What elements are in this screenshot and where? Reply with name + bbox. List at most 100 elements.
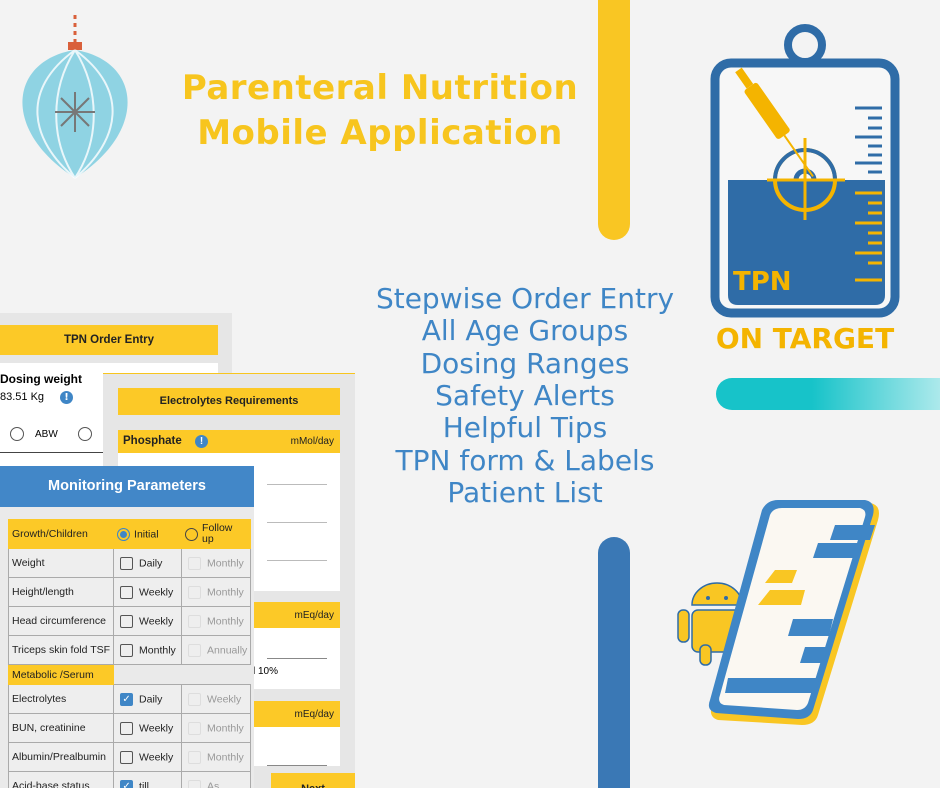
- checkbox-disabled: [188, 779, 202, 788]
- parameter-label: Weight: [7, 548, 115, 578]
- monitoring-table: Growth/Children Initial Follow up Weight …: [7, 519, 252, 788]
- follow-up-label: Follow up: [202, 522, 233, 545]
- frequency-option[interactable]: Weekly: [113, 713, 183, 743]
- section-row: Metabolic /Serum: [7, 664, 251, 685]
- abw-label: ABW: [35, 429, 58, 440]
- parameter-label: BUN, creatinine: [7, 713, 115, 743]
- table-row: Head circumference Weekly Monthly: [7, 606, 252, 636]
- checkbox[interactable]: [120, 750, 134, 764]
- option-label: Monthly: [207, 750, 244, 763]
- frequency-option[interactable]: ✓ till: [113, 771, 183, 788]
- frequency-option[interactable]: Weekly: [113, 606, 183, 636]
- frequency-option-disabled: Monthly: [181, 742, 252, 772]
- logo-tagline: ON TARGET: [715, 322, 895, 355]
- checkbox-disabled: [188, 750, 202, 764]
- checkbox-disabled: [188, 692, 202, 706]
- checkbox-disabled: [188, 614, 202, 628]
- feature-item: Safety Alerts: [435, 378, 615, 412]
- phosphate-input[interactable]: [267, 560, 327, 561]
- tpn-logo: TPN: [710, 24, 900, 318]
- frequency-option-disabled: Monthly: [181, 548, 252, 578]
- checkbox[interactable]: [120, 556, 134, 570]
- table-row: Electrolytes ✓ Daily Weekly: [7, 684, 252, 714]
- feature-item: All Age Groups: [421, 314, 629, 348]
- weight-option-radio[interactable]: [78, 427, 92, 441]
- frequency-option-disabled: As: [181, 771, 252, 788]
- phosphate-input[interactable]: [267, 484, 327, 485]
- info-icon[interactable]: !: [60, 391, 73, 404]
- option-label: As: [207, 779, 220, 788]
- checkbox[interactable]: [120, 721, 134, 735]
- option-label: Weekly: [139, 750, 174, 763]
- parameter-label: Albumin/Prealbumin: [7, 742, 115, 772]
- frequency-option-disabled: Annually: [181, 635, 252, 665]
- phosphate-header: Phosphate ! mMol/day: [118, 430, 340, 453]
- headline-line1: Parenteral Nutrition: [181, 68, 579, 108]
- option-label: Daily: [139, 556, 163, 569]
- ornament-illustration: [22, 15, 128, 179]
- option-label: Weekly: [139, 614, 174, 627]
- parameter-label: Height/length: [7, 577, 115, 607]
- monitoring-title: Monitoring Parameters: [0, 466, 254, 507]
- feature-item: Dosing Ranges: [420, 346, 630, 380]
- table-row: BUN, creatinine Weekly Monthly: [7, 713, 252, 743]
- dosing-weight-label: Dosing weight: [0, 372, 82, 386]
- checkbox-disabled: [188, 721, 202, 735]
- checkbox[interactable]: [120, 643, 134, 657]
- order-entry-title: TPN Order Entry: [0, 325, 218, 355]
- frequency-option[interactable]: Monthly: [113, 635, 183, 665]
- option-label: Weekly: [139, 721, 174, 734]
- frequency-option[interactable]: Daily: [113, 548, 183, 578]
- option-label: till: [139, 779, 149, 788]
- frequency-option-disabled: Monthly: [181, 713, 252, 743]
- blue-decor-bar: [598, 537, 630, 788]
- electrolyte-input[interactable]: [267, 658, 327, 659]
- table-row: Weight Daily Monthly: [7, 548, 252, 578]
- checkbox-disabled: [188, 643, 202, 657]
- section-growth: Growth/Children: [7, 519, 115, 549]
- abw-radio[interactable]: [10, 427, 24, 441]
- feature-item: Helpful Tips: [442, 411, 608, 445]
- checkbox[interactable]: [120, 585, 134, 599]
- electrolyte-input[interactable]: [267, 765, 327, 766]
- option-label: Annually: [207, 643, 248, 656]
- table-row: Triceps skin fold TSF Monthly Annually: [7, 635, 252, 665]
- option-label: Monthly: [139, 643, 176, 656]
- feature-item: TPN form & Labels: [395, 443, 655, 477]
- info-icon[interactable]: !: [195, 435, 208, 448]
- parameter-label: Acid-base status: [7, 771, 115, 788]
- feature-item: Stepwise Order Entry: [375, 282, 675, 315]
- phosphate-label: Phosphate: [123, 435, 182, 447]
- table-header-row: Growth/Children Initial Follow up: [7, 519, 252, 549]
- frequency-option[interactable]: ✓ Daily: [113, 684, 183, 714]
- option-label: Weekly: [207, 692, 242, 705]
- table-row: Acid-base status ✓ till As: [7, 771, 252, 788]
- partial-text: l 10%: [253, 666, 279, 677]
- parameter-label: Triceps skin fold TSF: [7, 635, 115, 665]
- option-label: Monthly: [207, 556, 244, 569]
- option-label: Weekly: [139, 585, 174, 598]
- checkbox[interactable]: [120, 614, 134, 628]
- teal-decor-bar: [716, 378, 940, 410]
- frequency-option[interactable]: Weekly: [113, 577, 183, 607]
- phosphate-input[interactable]: [267, 522, 327, 523]
- initial-label: Initial: [134, 527, 159, 540]
- parameter-label: Electrolytes: [7, 684, 115, 714]
- follow-up-radio[interactable]: Follow up: [181, 519, 252, 549]
- checkbox[interactable]: ✓: [120, 779, 134, 788]
- table-row: Height/length Weekly Monthly: [7, 577, 252, 607]
- option-label: Daily: [139, 692, 163, 705]
- option-label: Monthly: [207, 614, 244, 627]
- dosing-weight-value: 83.51 Kg: [0, 391, 45, 403]
- initial-radio[interactable]: Initial: [113, 519, 183, 549]
- yellow-decor-bar: [598, 0, 630, 240]
- checkbox[interactable]: ✓: [120, 692, 134, 706]
- option-label: Monthly: [207, 585, 244, 598]
- headline-line2: Mobile Application: [197, 113, 563, 153]
- electrolytes-title: Electrolytes Requirements: [118, 388, 340, 415]
- option-label: Monthly: [207, 721, 244, 734]
- frequency-option[interactable]: Weekly: [113, 742, 183, 772]
- phone-illustration: [677, 500, 879, 725]
- section-metabolic: Metabolic /Serum: [7, 664, 115, 685]
- next-button[interactable]: Next: [271, 773, 355, 788]
